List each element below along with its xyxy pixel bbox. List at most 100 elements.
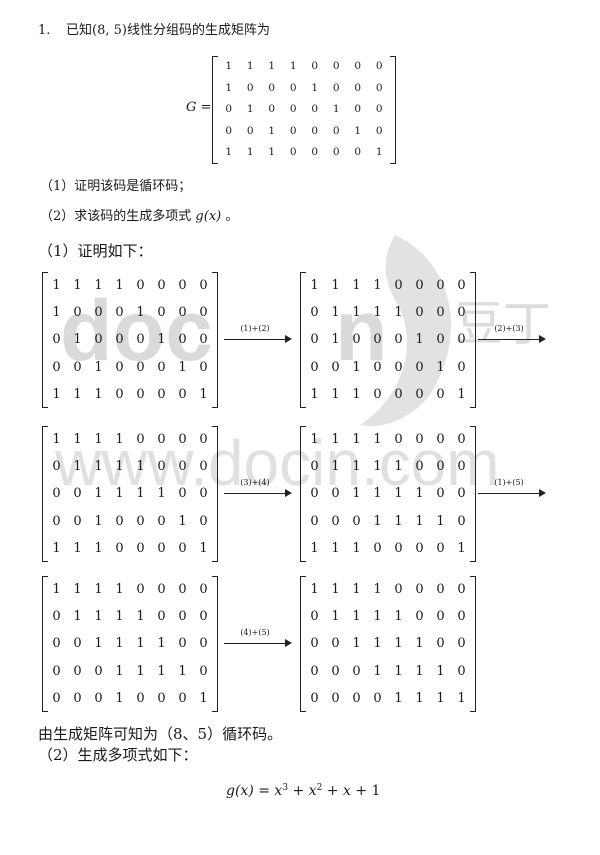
matrix-cell: 0 [415, 305, 424, 321]
matrix-cell: 0 [136, 386, 145, 402]
question-2-text: （2）求该码的生成多项式 [40, 209, 192, 224]
matrix-cell: 0 [115, 305, 124, 321]
matrix-cell: 0 [136, 582, 145, 597]
matrix-cell: 0 [352, 513, 361, 529]
matrix-cell: 1 [310, 540, 319, 556]
matrix-cell: 0 [178, 305, 187, 321]
arrow-shaft [224, 493, 286, 494]
matrix-cell: 0 [289, 146, 297, 159]
question-1: （1）证明该码是循环码； [40, 179, 192, 194]
matrix-cell: 0 [52, 663, 61, 679]
matrix-cell: 0 [457, 609, 466, 625]
matrix-cell: 1 [94, 609, 103, 625]
matrix-cell: 0 [199, 305, 208, 321]
matrix-cell: 1 [394, 459, 403, 475]
matrix-cell: 0 [373, 540, 382, 556]
matrix-cell: 1 [52, 540, 61, 556]
matrix-row: 00011110 [304, 658, 472, 685]
problem-number: 1. [38, 23, 51, 38]
arrow-shaft [224, 643, 286, 644]
matrix-cell: 1 [352, 305, 361, 321]
matrix-cell: 1 [73, 432, 82, 447]
matrix-cell: 1 [373, 663, 382, 679]
matrix-cell: 0 [52, 609, 61, 625]
matrix-cell: 1 [94, 459, 103, 475]
matrix-cell: 0 [199, 332, 208, 348]
step-matrix-1: 1111000010001000010001000010001011100001 [42, 272, 218, 408]
matrix-cell: 1 [268, 146, 276, 159]
poly-plus-3: + [355, 783, 368, 799]
matrix-cell: 1 [115, 663, 124, 679]
matrix-row: 11100001 [304, 535, 472, 562]
matrix-row: 01111000 [304, 299, 472, 326]
matrix-cell: 1 [199, 386, 208, 402]
matrix-cell: 1 [394, 513, 403, 529]
matrix-cell: 1 [375, 146, 383, 159]
poly-exp-2: 2 [316, 783, 323, 793]
poly-plus-1: + [292, 783, 305, 799]
matrix-cell: 1 [394, 636, 403, 652]
row-operation-label: (1)+(2) [240, 324, 270, 333]
matrix-cell: 0 [178, 459, 187, 475]
matrix-cell: 0 [52, 459, 61, 475]
matrix-cell: 0 [178, 690, 187, 706]
poly-exp-3: 3 [282, 783, 289, 793]
matrix-cell: 1 [394, 486, 403, 502]
matrix-cell: 1 [73, 278, 82, 293]
matrix-cell: 0 [373, 332, 382, 348]
matrix-cell: 1 [136, 459, 145, 475]
matrix-cell: 0 [157, 432, 166, 447]
matrix-cell: 1 [352, 386, 361, 402]
matrix-cell: 0 [331, 690, 340, 706]
matrix-cell: 1 [310, 582, 319, 597]
matrix-cell: 0 [311, 103, 319, 116]
matrix-cell: 0 [178, 432, 187, 447]
matrix-cell: 1 [115, 582, 124, 597]
matrix-cell: 0 [457, 359, 466, 375]
matrix-row: 10001000 [46, 299, 214, 326]
step-matrix-5: 1111000001111000001111000001111000010001 [42, 576, 218, 712]
matrix-cell: 1 [157, 663, 166, 679]
matrix-cell: 1 [136, 636, 145, 652]
matrix-cell: 0 [415, 540, 424, 556]
matrix-row: 11110000 [304, 426, 472, 453]
row-operation-label: (2)+(3) [494, 324, 524, 333]
matrix-cell: 0 [199, 663, 208, 679]
matrix-cell: 0 [136, 540, 145, 556]
matrix-cell: 0 [457, 663, 466, 679]
matrix-cell: 1 [415, 513, 424, 529]
poly-term-x2: x [308, 783, 317, 799]
arrow-head-icon [539, 335, 546, 343]
matrix-cell: 0 [246, 81, 254, 94]
matrix-cell: 1 [94, 486, 103, 502]
matrix-cell: 1 [436, 663, 445, 679]
matrix-cell: 0 [375, 124, 383, 137]
matrix-cell: 0 [373, 386, 382, 402]
matrix-cell: 0 [331, 513, 340, 529]
matrix-cell: 1 [73, 459, 82, 475]
matrix-right-bracket [390, 56, 396, 164]
matrix-cell: 0 [415, 609, 424, 625]
matrix-cell: 1 [52, 386, 61, 402]
matrix-cell: 0 [375, 60, 383, 72]
matrix-cell: 1 [394, 663, 403, 679]
matrix-cell: 1 [199, 690, 208, 706]
matrix-cell: 1 [331, 459, 340, 475]
matrix-cell: 1 [94, 513, 103, 529]
matrix-cell: 0 [199, 513, 208, 529]
matrix-cell: 1 [352, 540, 361, 556]
matrix-cell: 0 [457, 332, 466, 348]
matrix-cell: 0 [73, 690, 82, 706]
matrix-cell: 0 [157, 278, 166, 293]
matrix-cell: 0 [352, 690, 361, 706]
matrix-cell: 0 [157, 386, 166, 402]
matrix-cell: 0 [310, 663, 319, 679]
matrix-cell: 0 [457, 636, 466, 652]
matrix-cell: 1 [415, 636, 424, 652]
arrow-shaft [478, 493, 540, 494]
matrix-cell: 1 [178, 359, 187, 375]
matrix-cell: 1 [246, 146, 254, 159]
row-operation-arrow: (3)+(4) [224, 478, 292, 504]
row-operation-label: (1)+(5) [494, 478, 524, 487]
matrix-cell: 0 [436, 278, 445, 293]
